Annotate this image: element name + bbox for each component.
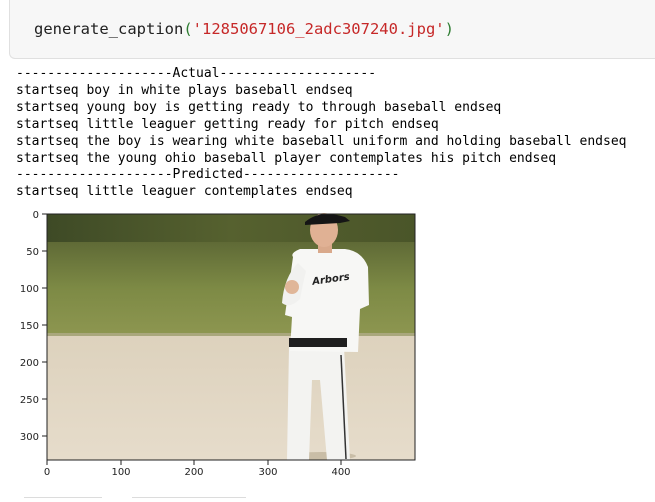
x-axis: 0 100 200 300 400 <box>44 460 351 475</box>
code-cell-input[interactable]: generate_caption('1285067106_2adc307240.… <box>9 0 655 59</box>
predicted-caption: startseq little leaguer contemplates end… <box>16 184 353 200</box>
y-tick-label: 300 <box>20 432 39 443</box>
baseball-photo: Arbors <box>47 213 415 460</box>
x-tick-label: 400 <box>331 467 350 475</box>
actual-caption-5: startseq the young ohio baseball player … <box>16 150 557 166</box>
y-tick-label: 200 <box>20 358 39 369</box>
y-tick-label: 0 <box>33 210 39 221</box>
y-tick-label: 50 <box>26 247 39 258</box>
close-paren: ) <box>444 20 454 38</box>
y-axis: 0 50 100 150 200 250 300 <box>20 210 47 443</box>
actual-caption-4: startseq the boy is wearing white baseba… <box>16 133 627 149</box>
actual-header: --------------------Actual--------------… <box>16 66 377 81</box>
x-tick-label: 100 <box>111 467 130 475</box>
bottom-toolbar-button[interactable] <box>24 497 102 502</box>
x-tick-label: 300 <box>258 467 277 475</box>
y-tick-label: 150 <box>20 321 39 332</box>
x-tick-label: 0 <box>44 467 50 475</box>
function-name: generate_caption <box>34 20 184 38</box>
open-paren: ( <box>183 20 193 38</box>
actual-caption-3: startseq little leaguer getting ready fo… <box>16 116 439 132</box>
y-tick-label: 250 <box>20 395 39 406</box>
cell-output: --------------------Actual--------------… <box>16 66 626 201</box>
filename-string: '1285067106_2adc307240.jpg' <box>192 20 445 38</box>
actual-caption-1: startseq boy in white plays baseball end… <box>16 82 353 98</box>
y-tick-label: 100 <box>20 284 39 295</box>
actual-caption-2: startseq young boy is getting ready to t… <box>16 99 502 115</box>
code-line[interactable]: generate_caption('1285067106_2adc307240.… <box>34 20 454 38</box>
image-plot: Arbors 0 50 100 150 200 250 300 0 100 20… <box>20 210 416 475</box>
x-tick-label: 200 <box>184 467 203 475</box>
bottom-toolbar-button[interactable] <box>132 497 246 502</box>
predicted-header: --------------------Predicted-----------… <box>16 167 400 183</box>
